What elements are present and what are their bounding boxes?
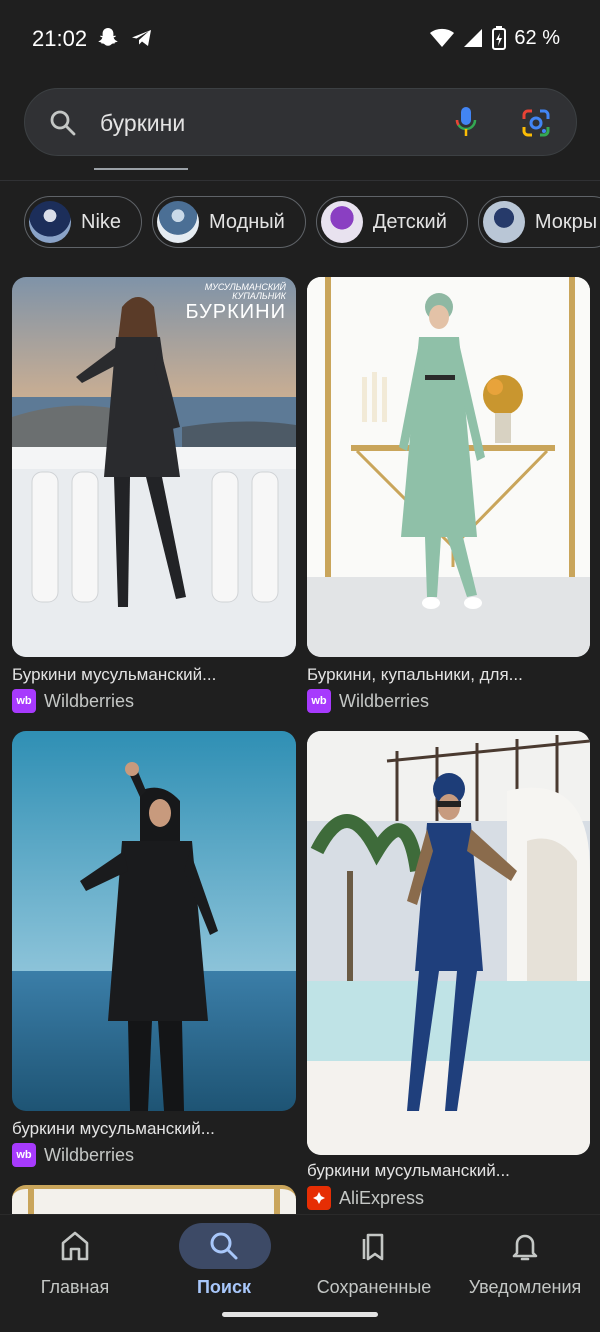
source-name: Wildberries	[44, 1144, 135, 1165]
home-icon	[61, 1231, 89, 1261]
status-time: 21:02	[32, 26, 88, 51]
home-indicator[interactable]	[222, 1312, 378, 1317]
chip-label: Модный	[209, 210, 285, 233]
chip-label: Nike	[81, 210, 122, 233]
result-card[interactable]: Буркини, купальники, для... wb Wildberri…	[307, 277, 590, 717]
nav-search[interactable]: Поиск	[149, 1215, 299, 1315]
chip-label: Мокры	[534, 210, 598, 233]
filter-chips: Nike Модный Детский Мокры	[24, 196, 600, 248]
result-card[interactable]: МУСУЛЬМАНСКИЙ КУПАЛЬНИК БУРКИНИ Буркини …	[12, 277, 296, 717]
wildberries-logo-icon: wb	[12, 689, 36, 713]
result-image[interactable]	[307, 731, 590, 1155]
result-source[interactable]: wb Wildberries	[12, 1143, 134, 1167]
image-detail	[28, 1189, 34, 1214]
result-source[interactable]: wb Wildberries	[307, 689, 429, 713]
snapchat-icon	[98, 28, 118, 46]
source-name: Wildberries	[44, 690, 135, 711]
result-image[interactable]	[307, 277, 590, 657]
chip-thumbnail	[29, 201, 71, 243]
collections-icon	[362, 1233, 384, 1261]
chip-modny[interactable]: Модный	[152, 196, 306, 248]
result-card[interactable]: буркини мусульманский... AliExpress	[307, 731, 590, 1214]
status-bar: 21:02 62 %	[0, 0, 600, 76]
google-lens-icon[interactable]	[521, 108, 551, 138]
battery-icon	[492, 26, 507, 50]
chip-label: Детский	[372, 210, 447, 233]
battery-level: 62 %	[514, 26, 560, 49]
nav-label: Сохраненные	[316, 1277, 432, 1297]
chip-detsky[interactable]: Детский	[315, 196, 468, 248]
source-name: Wildberries	[339, 690, 430, 711]
result-source[interactable]: wb Wildberries	[12, 689, 134, 713]
search-box[interactable]: буркини	[24, 88, 577, 156]
nav-label: Уведомления	[468, 1277, 582, 1297]
result-image[interactable]	[12, 1185, 296, 1214]
aliexpress-logo-icon	[307, 1186, 331, 1210]
signal-icon	[464, 29, 483, 47]
chip-thumbnail	[482, 201, 525, 243]
result-title[interactable]: буркини мусульманский...	[307, 1161, 510, 1181]
wifi-icon	[430, 28, 455, 47]
divider	[0, 180, 600, 181]
search-input[interactable]: буркини	[100, 110, 185, 137]
result-card[interactable]: буркини мусульманский... wb Wildberries	[12, 731, 296, 1171]
source-name: AliExpress	[339, 1187, 425, 1208]
result-image[interactable]	[12, 731, 296, 1111]
nav-home[interactable]: Главная	[0, 1215, 150, 1315]
search-icon[interactable]	[49, 109, 77, 137]
image-detail	[274, 1189, 280, 1214]
microphone-icon[interactable]	[455, 106, 477, 138]
result-source[interactable]: AliExpress	[307, 1186, 424, 1210]
wildberries-logo-icon: wb	[12, 1143, 36, 1167]
result-title[interactable]: буркини мусульманский...	[12, 1119, 215, 1139]
nav-notifications[interactable]: Уведомления	[450, 1215, 600, 1315]
telegram-icon	[132, 30, 151, 46]
result-image[interactable]: МУСУЛЬМАНСКИЙ КУПАЛЬНИК БУРКИНИ	[12, 277, 296, 657]
chip-thumbnail	[320, 201, 363, 243]
status-right: 62 %	[430, 26, 560, 50]
result-title[interactable]: Буркини мусульманский...	[12, 665, 216, 685]
search-icon	[210, 1232, 238, 1260]
nav-saved[interactable]: Сохраненные	[299, 1215, 449, 1315]
nav-label: Главная	[40, 1277, 110, 1297]
nav-label: Поиск	[196, 1277, 252, 1297]
chip-mokry[interactable]: Мокры	[477, 196, 600, 248]
result-title[interactable]: Буркини, купальники, для...	[307, 665, 523, 685]
result-card[interactable]	[12, 1185, 296, 1214]
chip-thumbnail	[157, 201, 200, 243]
wildberries-logo-icon: wb	[307, 689, 331, 713]
bell-icon	[512, 1234, 538, 1261]
image-caption: МУСУЛЬМАНСКИЙ КУПАЛЬНИК БУРКИНИ	[185, 282, 286, 323]
notification-icons	[96, 26, 154, 50]
chip-nike[interactable]: Nike	[24, 196, 143, 248]
tab-indicator	[94, 168, 188, 170]
